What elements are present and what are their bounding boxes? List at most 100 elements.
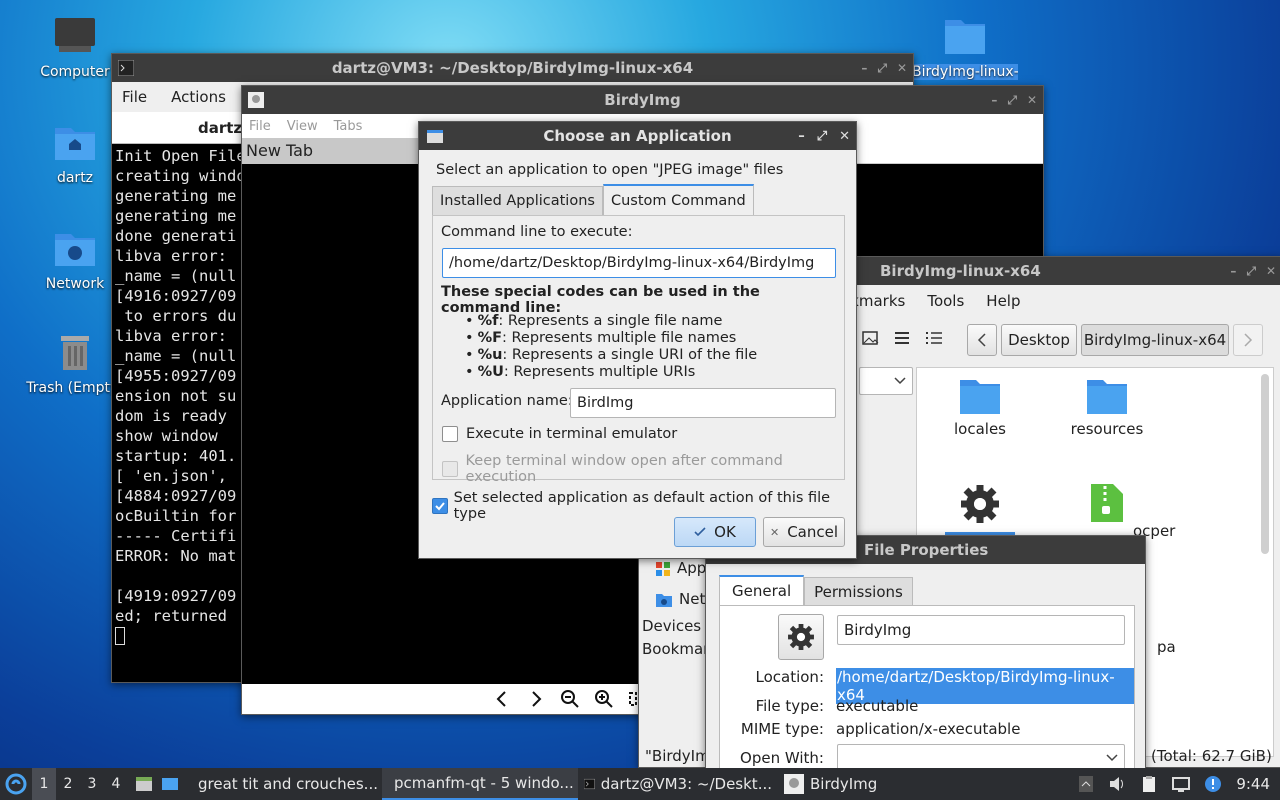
start-menu-button[interactable] xyxy=(0,768,32,800)
exec-terminal-option[interactable]: Execute in terminal emulator xyxy=(442,426,677,442)
checkmark-icon xyxy=(435,502,445,511)
close-icon: ✕ xyxy=(769,525,780,539)
cancel-button[interactable]: ✕ Cancel xyxy=(763,517,845,547)
gear-icon xyxy=(961,485,999,523)
task-label: great tit and crouches... xyxy=(198,775,378,793)
gear-icon xyxy=(788,624,814,650)
minimize-icon[interactable]: – xyxy=(991,93,997,107)
dialog-prompt: Select an application to open "JPEG imag… xyxy=(436,162,784,178)
application-name-input[interactable]: BirdImg xyxy=(570,388,836,418)
path-back-button[interactable] xyxy=(967,324,997,356)
minimize-icon[interactable]: – xyxy=(861,61,867,75)
dialog-tabs: Installed Applications Custom Command xyxy=(432,184,754,215)
chevron-down-icon xyxy=(1106,754,1118,762)
desktop-icon-network[interactable]: Network xyxy=(25,228,125,292)
tray-expand-icon[interactable] xyxy=(1078,775,1094,793)
terminal-titlebar[interactable]: dartz@VM3: ~/Desktop/BirdyImg-linux-x64 … xyxy=(112,54,913,82)
file-item[interactable]: ocper xyxy=(1053,482,1203,540)
maximize-icon[interactable]: ⤢ xyxy=(1246,264,1256,279)
workspace-switcher: 1234 xyxy=(32,768,128,800)
show-desktop-icon[interactable] xyxy=(160,774,180,794)
tab-installed-applications[interactable]: Installed Applications xyxy=(432,186,603,215)
close-icon[interactable]: ✕ xyxy=(897,61,907,75)
tab-custom-command[interactable]: Custom Command xyxy=(602,184,754,215)
file-item-selected[interactable] xyxy=(945,482,1015,538)
cancel-label: Cancel xyxy=(787,523,839,541)
zoom-in-icon[interactable] xyxy=(594,689,614,709)
task-browser[interactable]: great tit and crouches... xyxy=(186,768,382,800)
birdyimg-titlebar[interactable]: BirdyImg – ⤢ ✕ xyxy=(242,86,1043,114)
computer-icon xyxy=(55,18,95,52)
minimize-icon[interactable]: – xyxy=(798,129,805,144)
zoom-out-icon[interactable] xyxy=(560,689,580,709)
path-forward-button[interactable] xyxy=(1233,324,1263,356)
file-view-scrollbar[interactable] xyxy=(1261,374,1269,554)
file-item[interactable]: resources xyxy=(1065,376,1149,438)
tab-new-tab[interactable]: New Tab xyxy=(242,138,418,164)
workspace-4[interactable]: 4 xyxy=(104,768,128,800)
exec-terminal-checkbox[interactable] xyxy=(442,426,458,442)
menu-file[interactable]: File xyxy=(122,88,147,106)
props-tabs: General Permissions xyxy=(719,575,913,605)
close-icon[interactable]: ✕ xyxy=(1027,93,1037,107)
crumb-desktop[interactable]: Desktop xyxy=(1001,324,1077,356)
choose-application-dialog: Choose an Application – ⤢ ✕ Select an appl… xyxy=(418,121,857,559)
menu-tools[interactable]: Tools xyxy=(927,292,964,310)
task-birdyimg[interactable]: BirdyImg xyxy=(778,768,938,800)
workspace-2[interactable]: 2 xyxy=(56,768,80,800)
icon-view-icon[interactable] xyxy=(861,329,879,347)
fit-icon[interactable] xyxy=(628,689,638,709)
workspace-1[interactable]: 1 xyxy=(32,768,56,800)
file-icon-button[interactable] xyxy=(778,614,824,660)
crumb-birdyimg[interactable]: BirdyImg-linux-x64 xyxy=(1081,324,1229,356)
task-pcmanfm[interactable]: pcmanfm-qt - 5 windo... xyxy=(382,768,578,800)
file-name-field[interactable]: BirdyImg xyxy=(837,615,1125,645)
detail-view-icon[interactable] xyxy=(925,329,943,347)
menu-tabs[interactable]: Tabs xyxy=(334,119,363,134)
dialog-titlebar[interactable]: Choose an Application – ⤢ ✕ xyxy=(419,122,856,150)
clipboard-icon[interactable] xyxy=(1140,775,1158,793)
next-icon[interactable] xyxy=(526,689,546,709)
bird-icon xyxy=(248,92,264,108)
folder-icon xyxy=(945,20,985,54)
desktop-icon-computer[interactable]: Computer xyxy=(25,16,125,80)
command-line-value: /home/dartz/Desktop/BirdyImg-linux-x64/B… xyxy=(449,255,815,271)
network-folder-icon xyxy=(55,234,95,266)
maximize-icon[interactable]: ⤢ xyxy=(817,129,827,144)
side-pane-select[interactable] xyxy=(859,367,913,395)
code-description: : Represents multiple URIs xyxy=(503,364,696,380)
folder-icon xyxy=(1087,380,1127,414)
workspace-3[interactable]: 3 xyxy=(80,768,104,800)
desktop-icon-label: dartz xyxy=(56,170,94,186)
file-item[interactable]: locales xyxy=(945,376,1015,438)
close-icon[interactable]: ✕ xyxy=(1266,264,1276,278)
clock[interactable]: 9:44 xyxy=(1236,775,1270,793)
set-default-checkbox[interactable] xyxy=(432,498,448,514)
compact-view-icon[interactable] xyxy=(893,329,911,347)
display-icon[interactable] xyxy=(1172,775,1191,793)
desktop-icon-birdyimg-folder[interactable]: BirdyImg-linux- xyxy=(912,16,1018,80)
minimize-icon[interactable]: – xyxy=(1230,264,1236,278)
terminal-icon xyxy=(584,778,595,790)
maximize-icon[interactable]: ⤢ xyxy=(877,61,887,76)
menu-file[interactable]: File xyxy=(249,119,271,134)
file-manager-icon[interactable] xyxy=(134,774,154,794)
notification-icon[interactable] xyxy=(1204,775,1222,793)
close-icon[interactable]: ✕ xyxy=(839,129,850,144)
volume-icon[interactable] xyxy=(1108,775,1126,793)
filetype-value: executable xyxy=(836,697,919,715)
maximize-icon[interactable]: ⤢ xyxy=(1007,93,1017,108)
ok-button[interactable]: OK xyxy=(674,517,756,547)
menu-actions[interactable]: Actions xyxy=(171,88,226,106)
menu-view[interactable]: View xyxy=(287,119,318,134)
command-line-input[interactable]: /home/dartz/Desktop/BirdyImg-linux-x64/B… xyxy=(442,248,836,278)
tab-general[interactable]: General xyxy=(719,575,805,605)
task-terminal[interactable]: dartz@VM3: ~/Deskt... xyxy=(578,768,778,800)
desktop-icon-home[interactable]: dartz xyxy=(25,122,125,186)
desktop-icon-label: BirdyImg-linux- xyxy=(912,64,1018,80)
code-item: • %f: Represents a single file name xyxy=(465,313,757,330)
code-token: %f xyxy=(477,313,499,329)
prev-icon[interactable] xyxy=(492,689,512,709)
tab-permissions[interactable]: Permissions xyxy=(804,577,913,605)
menu-help[interactable]: Help xyxy=(986,292,1020,310)
